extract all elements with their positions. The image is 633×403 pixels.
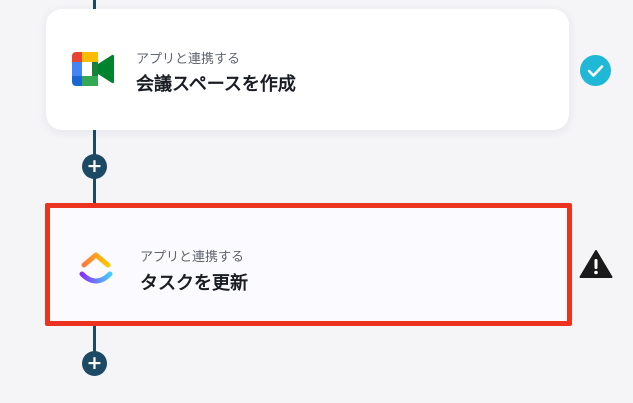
plus-icon: +: [86, 155, 103, 177]
check-circle-icon: [580, 55, 611, 86]
warning-icon: [579, 250, 613, 278]
flow-step-card-update-task[interactable]: アプリと連携する タスクを更新: [45, 203, 572, 326]
clickup-icon: [79, 252, 113, 284]
flow-step-card-create-meeting-space[interactable]: アプリと連携する 会議スペースを作成: [46, 9, 569, 130]
add-step-button[interactable]: +: [82, 154, 107, 179]
flow-connector-top: [93, 0, 96, 9]
step-title: タスクを更新: [140, 273, 248, 294]
step-caption: アプリと連携する: [140, 250, 245, 265]
add-step-button[interactable]: +: [82, 351, 107, 376]
plus-icon: +: [86, 352, 103, 374]
step-title: 会議スペースを作成: [136, 74, 296, 95]
google-meet-icon: [72, 52, 114, 86]
step-caption: アプリと連携する: [136, 52, 241, 67]
